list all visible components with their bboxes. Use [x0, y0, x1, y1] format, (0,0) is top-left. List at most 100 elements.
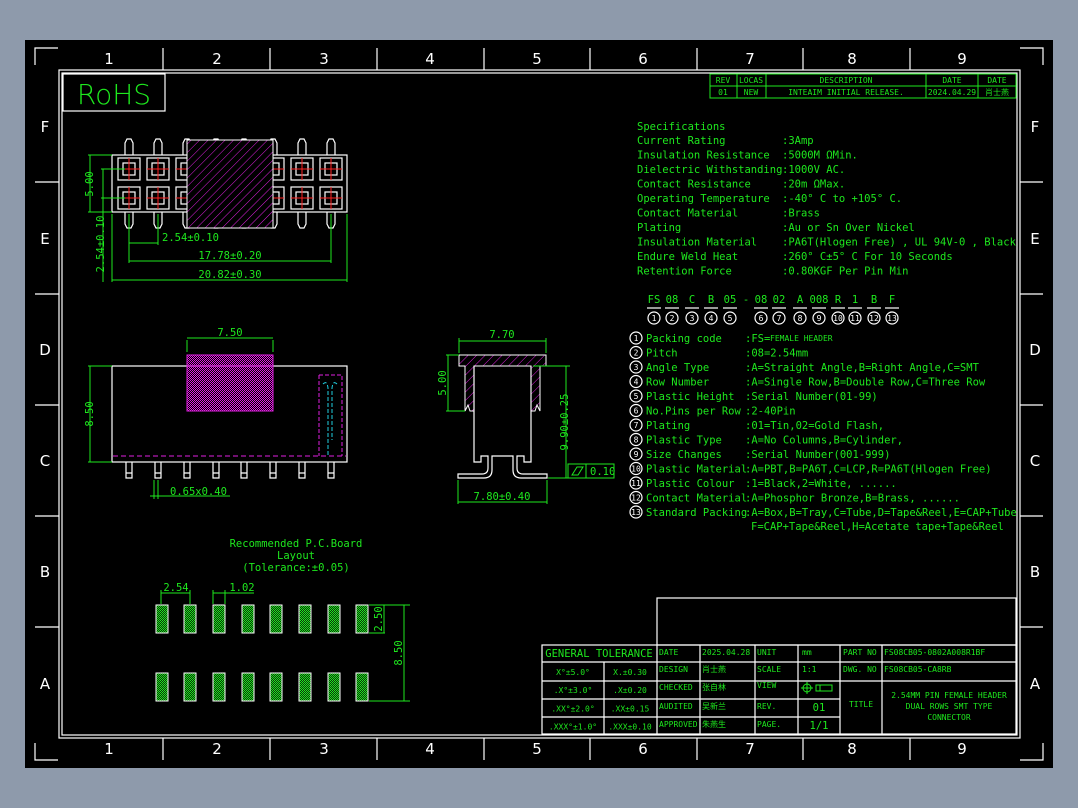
legend-label: Size Changes — [646, 449, 722, 461]
scale-value: 1:1 — [802, 665, 817, 674]
rohs-mark: RoHS — [62, 73, 166, 112]
dwg-no-value: FS08CB05-CA8RB — [884, 665, 952, 674]
part-code-segment: 08 — [666, 294, 679, 306]
pcb-title: Recommended P.C.Board — [230, 538, 363, 550]
column-label: 6 — [638, 740, 648, 758]
pcb-pad — [212, 604, 226, 634]
row-label: D — [39, 341, 51, 359]
page-label: PAGE. — [757, 720, 781, 729]
description-value: INTEAIM INITIAL RELEASE. — [788, 88, 904, 97]
legend-value: :Serial Number(01-99) — [745, 391, 878, 403]
index-number: 13 — [887, 314, 897, 323]
spec-label: Contact Resistance — [637, 179, 751, 191]
dim-height-top: 5.00 — [84, 171, 96, 196]
linear-tolerance: .X±0.20 — [613, 686, 647, 695]
legend-value: :A=No Columns,B=Cylinder, — [745, 435, 903, 447]
part-no-value: FS08CB05-0802A008R1BF — [884, 648, 985, 657]
pcb-subtitle: Layout — [277, 550, 315, 562]
approved-label: APPROVED — [659, 720, 698, 729]
index-number: 11 — [850, 314, 860, 323]
spec-label: Insulation Material — [637, 237, 757, 249]
index-number: 3 — [634, 363, 639, 372]
row-label: F — [1031, 118, 1040, 136]
pcb-row-span: 8.50 — [393, 640, 405, 665]
audited-label: AUDITED — [659, 702, 693, 711]
index-number: 4 — [634, 378, 639, 387]
row-label: B — [1030, 563, 1040, 581]
pcb-pad — [298, 672, 312, 702]
linear-tolerance: X.±0.30 — [613, 668, 647, 677]
part-code-segment: B — [871, 294, 877, 306]
part-code-segment: R — [835, 294, 842, 306]
column-label: 4 — [425, 740, 435, 758]
index-number: 9 — [634, 450, 639, 459]
column-label: 5 — [532, 740, 542, 758]
cad-drawing[interactable]: 1 2 3 4 5 6 7 8 9 1 2 3 4 5 6 7 8 9 F E … — [0, 0, 1078, 808]
legend-label: Standard Packing — [646, 507, 747, 519]
legend-label: Pitch — [646, 348, 678, 360]
spec-label: Operating Temperature — [637, 193, 770, 205]
date-header-2: DATE — [987, 76, 1006, 85]
spec-value: :PA6T(Hlogen Free) , UL 94V-0 , Black — [782, 237, 1017, 249]
dim-front-cap: 5.00 — [437, 370, 449, 395]
spec-label: Insulation Resistance — [637, 150, 770, 162]
row-label: D — [1029, 341, 1041, 359]
date-value: 2024.04.29 — [928, 88, 976, 97]
pcb-pad-width: 1.02 — [229, 582, 254, 594]
dim-row-pitch: 2.54±0.10 — [95, 216, 107, 273]
index-number: 6 — [634, 407, 639, 416]
legend-value: :A=Single Row,B=Double Row,C=Three Row — [745, 377, 986, 389]
pcb-pad — [241, 672, 255, 702]
audited-value: 吴新兰 — [702, 701, 726, 711]
pcb-pad — [269, 672, 283, 702]
spec-value: :20m ΩMax. — [782, 179, 845, 191]
part-code-segment: 08 — [755, 294, 768, 306]
legend-label: Plastic Colour — [646, 478, 735, 490]
pcb-pad — [269, 604, 283, 634]
part-code-segment: 008 — [810, 294, 829, 306]
legend-label: Packing code — [646, 333, 722, 345]
spec-value: :260° C±5° C For 10 Seconds — [782, 251, 953, 263]
dim-front-height: 9.90±0.25 — [559, 394, 571, 451]
spec-label: Retention Force — [637, 266, 732, 278]
title-label: TITLE — [849, 700, 873, 709]
row-label: A — [1030, 675, 1041, 693]
row-label: C — [1030, 452, 1040, 470]
title-line-3: CONNECTOR — [927, 713, 971, 722]
legend-value: :2-40Pin — [745, 406, 796, 418]
column-label: 5 — [532, 50, 542, 68]
index-number: 11 — [631, 479, 641, 488]
index-number: 6 — [759, 314, 764, 323]
pcb-pad — [155, 604, 169, 634]
locas-value: NEW — [744, 88, 759, 97]
column-label: 1 — [104, 740, 114, 758]
legend-value: :A=PBT,B=PA6T,C=LCP,R=PA6T(Hlogen Free) — [745, 464, 992, 476]
spec-label: Current Rating — [637, 135, 726, 147]
index-number: 10 — [833, 314, 843, 323]
locas-header: LOCAS — [739, 76, 763, 85]
pcb-pad — [327, 672, 341, 702]
design-label: DESIGN — [659, 665, 688, 674]
index-number: 1 — [634, 334, 639, 343]
date-header: DATE — [942, 76, 961, 85]
row-label: E — [1030, 230, 1039, 248]
row-label: E — [40, 230, 49, 248]
index-number: 8 — [634, 436, 639, 445]
dim-pitch: 2.54±0.10 — [162, 232, 219, 244]
row-label: F — [41, 118, 50, 136]
dim-front-width: 7.70 — [489, 329, 514, 341]
unit-label: UNIT — [757, 648, 776, 657]
pcb-pad — [212, 672, 226, 702]
angular-tolerance: .XXX°±1.0° — [549, 723, 597, 732]
dim-length: 20.82±0.30 — [198, 269, 261, 281]
legend-label: Angle Type — [646, 362, 709, 374]
column-label: 7 — [745, 740, 755, 758]
legend-value: :01=Tin,02=Gold Flash, — [745, 420, 884, 432]
dim-cap-width: 7.50 — [217, 327, 242, 339]
legend-label: No.Pins per Row — [646, 406, 742, 418]
rohs-logo: RoHS — [77, 78, 151, 111]
pcb-pitch: 2.54 — [163, 582, 188, 594]
description-header: DESCRIPTION — [820, 76, 873, 85]
unit-value: mm — [802, 648, 812, 657]
legend-value: :Serial Number(001-999) — [745, 449, 890, 461]
